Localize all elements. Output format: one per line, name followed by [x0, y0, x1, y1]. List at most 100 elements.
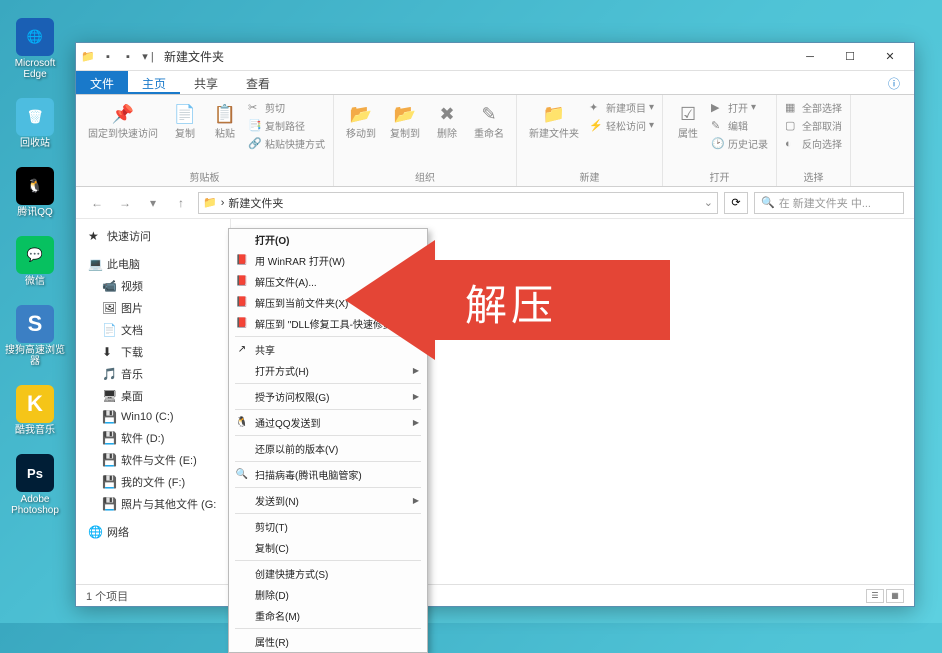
move-to-button[interactable]: 📂移动到	[342, 99, 380, 142]
annotation-arrow: 解压	[345, 240, 675, 360]
menu-item[interactable]: 复制(C)	[229, 537, 427, 558]
sidebar-quick-access[interactable]: ★快速访问	[80, 225, 226, 247]
sidebar-item[interactable]: 💾软件 (D:)	[80, 427, 226, 449]
maximize-button[interactable]: ☐	[830, 44, 870, 70]
rename-button[interactable]: ✎重命名	[470, 99, 508, 142]
sidebar-item[interactable]: 💾Win10 (C:)	[80, 407, 226, 427]
open-button[interactable]: ▶打开 ▾	[711, 99, 768, 116]
easy-access-button[interactable]: ⚡轻松访问 ▾	[589, 117, 654, 134]
menu-item[interactable]: 删除(D)	[229, 584, 427, 605]
menu-item[interactable]: 还原以前的版本(V)	[229, 438, 427, 459]
desktop-icon-kugou[interactable]: K酷我音乐	[5, 385, 65, 436]
sidebar-this-pc[interactable]: 💻此电脑	[80, 253, 226, 275]
menu-item-icon: 📕	[235, 276, 249, 287]
select-group-label: 选择	[785, 167, 842, 184]
dropdown-icon[interactable]: ⌄	[704, 196, 713, 209]
paste-shortcut-button[interactable]: 🔗粘贴快捷方式	[248, 135, 325, 152]
icons-view-button[interactable]: ▦	[886, 589, 904, 603]
menu-separator	[235, 487, 421, 488]
ribbon-group-organize: 📂移动到 📂复制到 ✖删除 ✎重命名 组织	[334, 95, 517, 186]
move-to-label: 移动到	[346, 129, 376, 140]
menu-item-icon: 📕	[235, 318, 249, 329]
sidebar-item[interactable]: 🖥桌面	[80, 385, 226, 407]
select-none-button[interactable]: ▢全部取消	[785, 117, 842, 134]
tab-file[interactable]: 文件	[76, 71, 128, 94]
paste-label: 粘贴	[215, 129, 235, 140]
back-button[interactable]: ←	[86, 192, 108, 214]
qat-item[interactable]: ▪	[100, 49, 116, 65]
up-button[interactable]: ↑	[170, 192, 192, 214]
sidebar-item[interactable]: 💾照片与其他文件 (G:	[80, 493, 226, 515]
menu-separator	[235, 461, 421, 462]
sidebar-item[interactable]: 💾软件与文件 (E:)	[80, 449, 226, 471]
sidebar-item[interactable]: 📄文档	[80, 319, 226, 341]
sogou-icon: S	[16, 305, 54, 343]
desktop-icon-photoshop[interactable]: PsAdobe Photoshop	[5, 454, 65, 516]
desktop-icon-sogou[interactable]: S搜狗高速浏览器	[5, 305, 65, 367]
menu-item-label: 创建快捷方式(S)	[255, 566, 328, 581]
sidebar-item[interactable]: 💾我的文件 (F:)	[80, 471, 226, 493]
menu-item[interactable]: 发送到(N)▶	[229, 490, 427, 511]
select-all-button[interactable]: ▦全部选择	[785, 99, 842, 116]
wechat-icon: 💬	[16, 236, 54, 274]
menu-item[interactable]: 打开方式(H)▶	[229, 360, 427, 381]
ribbon-group-clipboard: 📌固定到快速访问 📄复制 📋粘贴 ✂剪切 📑复制路径 🔗粘贴快捷方式 剪贴板	[76, 95, 334, 186]
quick-access-label: 快速访问	[107, 228, 151, 244]
menu-item-label: 打开(O)	[255, 232, 289, 247]
icon-label: 酷我音乐	[15, 425, 55, 436]
easy-access-label: 轻松访问	[606, 118, 646, 133]
menu-item[interactable]: 🔍扫描病毒(腾讯电脑管家)	[229, 464, 427, 485]
copy-label: 复制	[175, 129, 195, 140]
menu-item[interactable]: 创建快捷方式(S)	[229, 563, 427, 584]
menu-item[interactable]: 🐧通过QQ发送到▶	[229, 412, 427, 433]
sidebar-item-icon: ⬇	[102, 345, 116, 359]
menu-item[interactable]: 剪切(T)	[229, 516, 427, 537]
cut-button[interactable]: ✂剪切	[248, 99, 325, 116]
refresh-button[interactable]: ⟳	[724, 192, 748, 214]
desktop-icon-edge[interactable]: 🌐Microsoft Edge	[5, 18, 65, 80]
tab-share[interactable]: 共享	[180, 71, 232, 94]
qat-item[interactable]: ▪	[120, 49, 136, 65]
copy-button[interactable]: 📄复制	[168, 99, 202, 142]
new-item-button[interactable]: ✦新建项目 ▾	[589, 99, 654, 116]
pin-button[interactable]: 📌固定到快速访问	[84, 99, 162, 142]
minimize-button[interactable]: ─	[790, 44, 830, 70]
tab-view[interactable]: 查看	[232, 71, 284, 94]
edit-label: 编辑	[728, 118, 748, 133]
forward-button[interactable]: →	[114, 192, 136, 214]
details-view-button[interactable]: ☰	[866, 589, 884, 603]
qat-dropdown-icon[interactable]: ▾ |	[140, 49, 156, 65]
copy-path-button[interactable]: 📑复制路径	[248, 117, 325, 134]
desktop-icon-wechat[interactable]: 💬微信	[5, 236, 65, 287]
recent-button[interactable]: ▾	[142, 192, 164, 214]
desktop-icon-recycle[interactable]: 🗑回收站	[5, 98, 65, 149]
delete-button[interactable]: ✖删除	[430, 99, 464, 142]
sidebar-network[interactable]: 🌐网络	[80, 521, 226, 543]
properties-button[interactable]: ☑属性	[671, 99, 705, 142]
invert-button[interactable]: ◐反向选择	[785, 135, 842, 152]
paste-button[interactable]: 📋粘贴	[208, 99, 242, 142]
annotation-text: 解压	[465, 272, 557, 333]
ribbon-help-icon[interactable]: ⓘ	[874, 71, 914, 94]
sidebar-item[interactable]: 🎵音乐	[80, 363, 226, 385]
submenu-arrow-icon: ▶	[413, 392, 419, 401]
new-folder-button[interactable]: 📁新建文件夹	[525, 99, 583, 142]
window-controls: ─ ☐ ✕	[790, 44, 910, 70]
desktop-icon-qq[interactable]: 🐧腾讯QQ	[5, 167, 65, 218]
close-button[interactable]: ✕	[870, 44, 910, 70]
tab-home[interactable]: 主页	[128, 71, 180, 94]
search-input[interactable]: 🔍 在 新建文件夹 中...	[754, 192, 904, 214]
sidebar-item-label: 图片	[121, 300, 143, 316]
address-bar[interactable]: 📁 › 新建文件夹 ⌄	[198, 192, 718, 214]
edit-button[interactable]: ✎编辑	[711, 117, 768, 134]
menu-item[interactable]: 授予访问权限(G)▶	[229, 386, 427, 407]
open-group-label: 打开	[671, 167, 768, 184]
menu-item[interactable]: 属性(R)	[229, 631, 427, 652]
sidebar-item[interactable]: 📹视频	[80, 275, 226, 297]
sidebar-item[interactable]: ⬇下载	[80, 341, 226, 363]
sidebar-item[interactable]: 🖼图片	[80, 297, 226, 319]
history-button[interactable]: 🕑历史记录	[711, 135, 768, 152]
copy-to-button[interactable]: 📂复制到	[386, 99, 424, 142]
breadcrumb[interactable]: 新建文件夹	[228, 195, 283, 211]
sidebar-item-icon: 💾	[102, 497, 116, 511]
